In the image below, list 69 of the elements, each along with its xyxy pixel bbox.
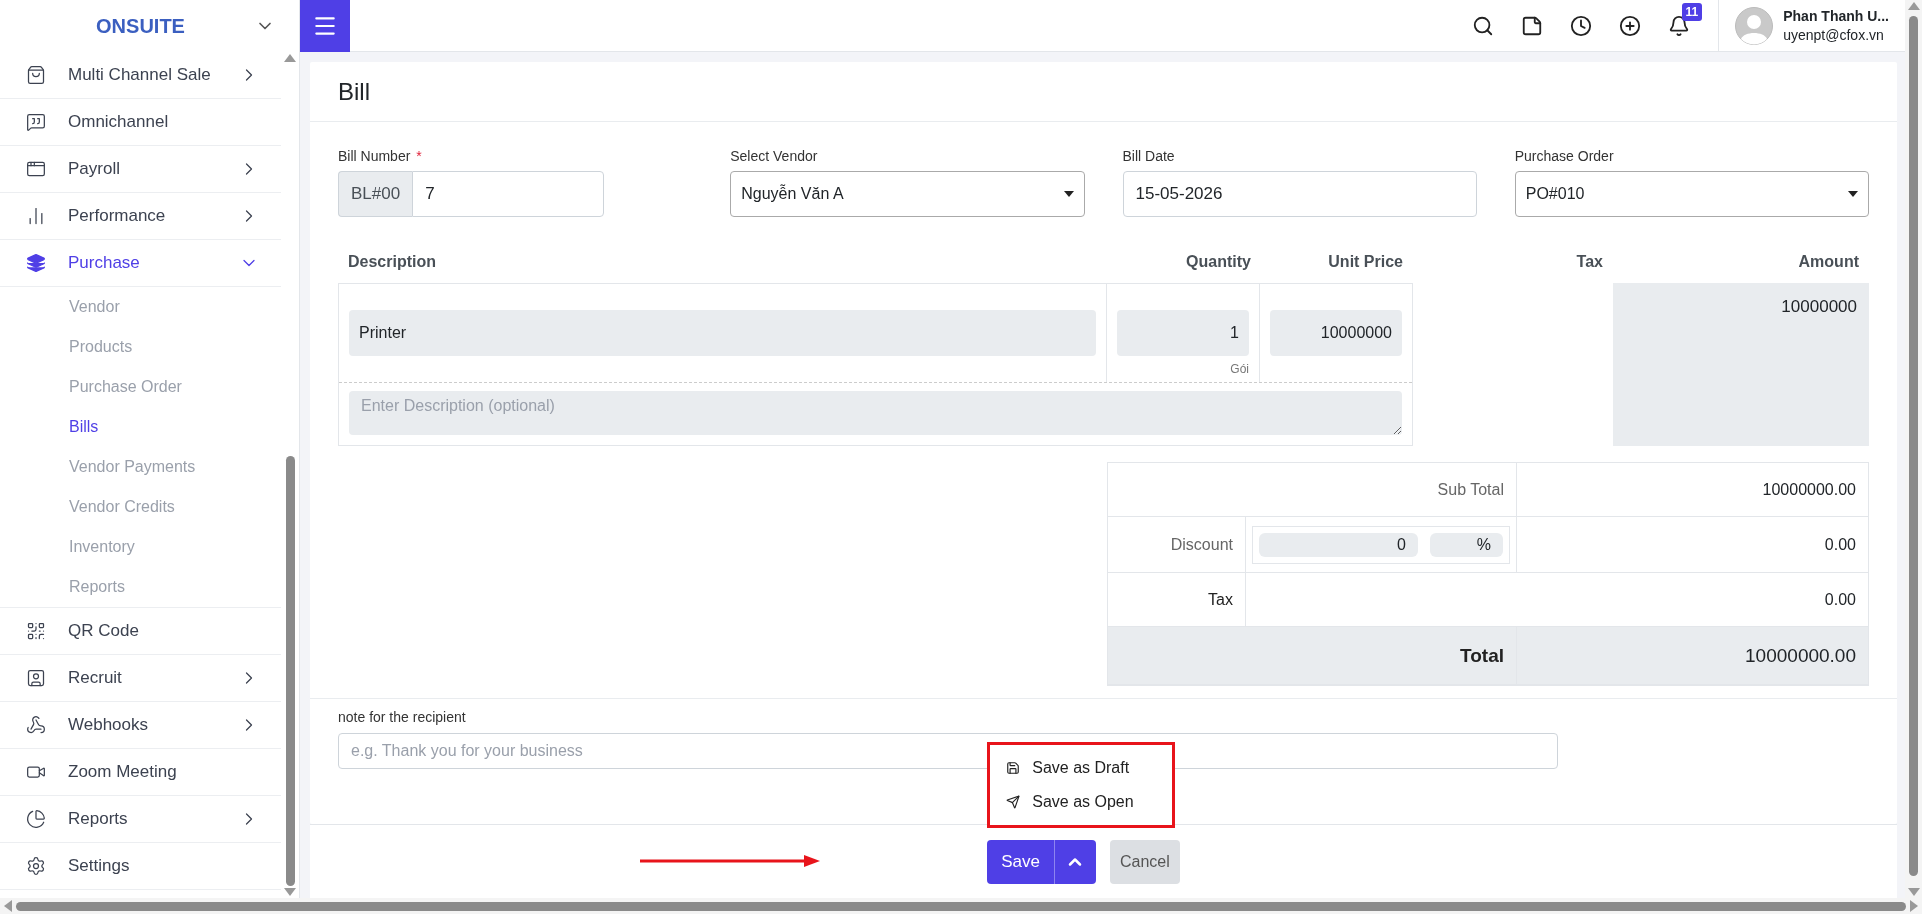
cancel-button[interactable]: Cancel [1109, 839, 1180, 884]
qr-code-icon [26, 621, 46, 641]
sub-total-value: 10000000.00 [1762, 480, 1856, 499]
page-title: Bill [338, 77, 370, 106]
quantity-field[interactable]: 1 [1117, 310, 1249, 356]
sub-total-label: Sub Total [1437, 480, 1504, 499]
description-field[interactable]: Printer [349, 310, 1096, 356]
id-card-icon [26, 668, 46, 688]
column-header: Description [347, 252, 437, 272]
unit-price-field[interactable]: 10000000 [1270, 310, 1402, 356]
plus-circle-icon [1619, 14, 1642, 37]
required-mark: * [416, 148, 422, 164]
column-header: Quantity [1185, 252, 1252, 272]
scrollbar[interactable] [1905, 0, 1922, 898]
window-icon [26, 159, 46, 179]
settings-icon [26, 856, 46, 876]
field-prefix: BL#00 [338, 171, 413, 217]
plus-circle-button[interactable] [1619, 14, 1642, 37]
scrollbar[interactable] [0, 898, 1922, 914]
discount-label: Discount [1170, 535, 1233, 554]
notifications-button[interactable] [1668, 14, 1691, 37]
select-field[interactable]: Nguyễn Văn A [730, 171, 1085, 217]
submenu-item[interactable]: Bills [0, 407, 281, 447]
user-name: Phan Thanh U... [1783, 8, 1889, 24]
select-field[interactable]: PO#010 [1514, 171, 1869, 217]
tax-value: 0.00 [1824, 590, 1856, 609]
note-label: note for the recipient [338, 709, 467, 725]
field-label: Purchase Order [1514, 148, 1614, 164]
unit-label: Gói [1230, 362, 1249, 376]
note-button[interactable] [1521, 14, 1544, 37]
discount-unit-select[interactable]: % [1430, 532, 1503, 557]
menu-button[interactable] [300, 0, 350, 52]
search-button[interactable] [1472, 14, 1495, 37]
save-button[interactable]: Save [987, 839, 1054, 884]
caret-icon [1848, 191, 1858, 197]
total-value: 10000000.00 [1745, 644, 1856, 667]
bag-icon [26, 65, 46, 85]
save-options-toggle[interactable] [1053, 839, 1096, 884]
description-note-field[interactable]: Enter Description (optional) [349, 391, 1402, 435]
menu-item-label: Save as Open [1032, 792, 1134, 811]
user-email: uyenpt@cfox.vn [1783, 27, 1885, 43]
input-field[interactable]: 7 [412, 171, 604, 217]
field-label: Bill Date [1122, 148, 1175, 164]
column-header: Tax [1575, 252, 1604, 272]
column-header: Amount [1797, 252, 1860, 272]
webhook-icon [26, 715, 46, 735]
layers-icon [26, 253, 46, 273]
field-label: Select Vendor [730, 148, 818, 164]
column-header: Unit Price [1327, 252, 1404, 272]
total-label: Total [1460, 644, 1504, 667]
clock-button[interactable] [1570, 14, 1593, 37]
paper-plane-icon [1006, 794, 1021, 809]
clock-icon [1570, 14, 1593, 37]
amount-value: 10000000 [1781, 297, 1857, 316]
chat-bubble-icon [26, 112, 46, 132]
field-label: Bill Number [338, 148, 411, 164]
search-icon [1472, 14, 1495, 37]
bell-icon [1668, 14, 1691, 37]
caret-icon [1063, 191, 1074, 197]
menu-item[interactable]: Save as Open [990, 784, 1173, 819]
pie-chart-icon [26, 809, 46, 829]
discount-field[interactable]: 0 [1259, 532, 1418, 557]
discount-value: 0.00 [1824, 535, 1856, 554]
note-icon [1521, 14, 1544, 37]
tax-label: Tax [1208, 590, 1233, 609]
sidebar-item[interactable]: Purchase [0, 240, 281, 287]
brand-logo: ONSUITE [96, 14, 185, 38]
date-field[interactable]: 15-05-2026 [1122, 171, 1477, 217]
notification-badge: 11 [1681, 2, 1703, 21]
